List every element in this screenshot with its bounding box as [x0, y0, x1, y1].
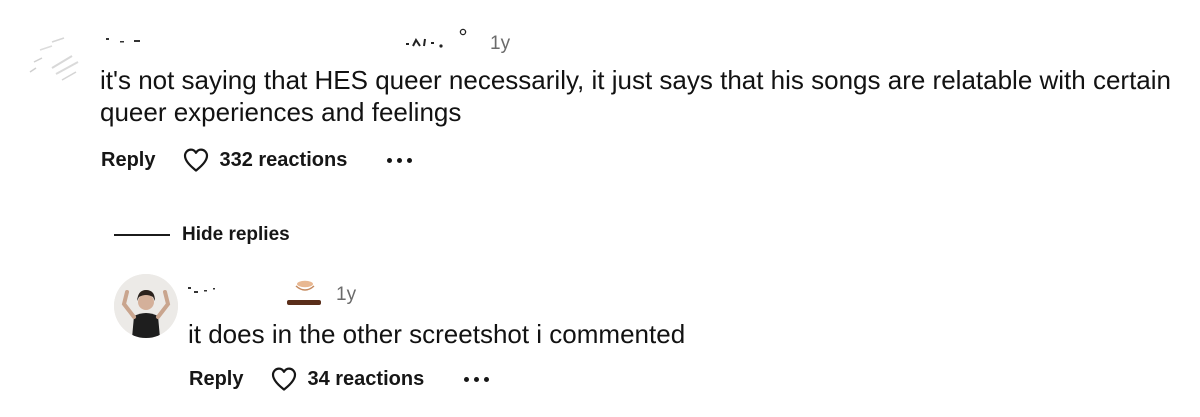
more-horizontal-icon-dot [464, 376, 470, 382]
more-options-button[interactable] [387, 150, 417, 170]
reply-timestamp: 1y [336, 284, 357, 305]
hide-replies-button[interactable]: Hide replies [114, 224, 290, 246]
comment-timestamp: 1y [490, 33, 511, 54]
more-horizontal-icon-dot [484, 376, 490, 382]
hide-replies-label: Hide replies [182, 224, 290, 245]
react-button[interactable]: 34 reactions [270, 366, 424, 392]
more-horizontal-icon-dot [407, 157, 413, 163]
avatar[interactable] [114, 274, 178, 338]
reply-text: it does in the other screetshot i commen… [188, 319, 686, 349]
more-horizontal-icon-dot [397, 157, 403, 163]
comment-actions: Reply 332 reactions [101, 146, 417, 174]
heart-outline-icon [184, 148, 209, 172]
reactions-count: 332 reactions [219, 148, 348, 171]
comment: 1y it's not saying that HES queer necess… [0, 0, 1200, 200]
reply-button[interactable]: Reply [101, 149, 155, 172]
more-horizontal-icon-dot [474, 376, 480, 382]
reactions-count: 34 reactions [307, 367, 425, 390]
avatar-redacted [29, 37, 79, 81]
username-redacted [188, 280, 321, 305]
react-button[interactable]: 332 reactions [182, 147, 347, 173]
divider [114, 234, 170, 236]
more-options-button[interactable] [464, 369, 494, 389]
avatar-photo [114, 274, 178, 338]
more-horizontal-icon-dot [387, 157, 393, 163]
username-redacted [106, 28, 467, 48]
reply-actions: Reply 34 reactions [189, 365, 494, 393]
comment-text: it's not saying that HES queer necessari… [100, 65, 1172, 127]
reply-button[interactable]: Reply [189, 368, 243, 391]
heart-outline-icon [272, 367, 297, 391]
